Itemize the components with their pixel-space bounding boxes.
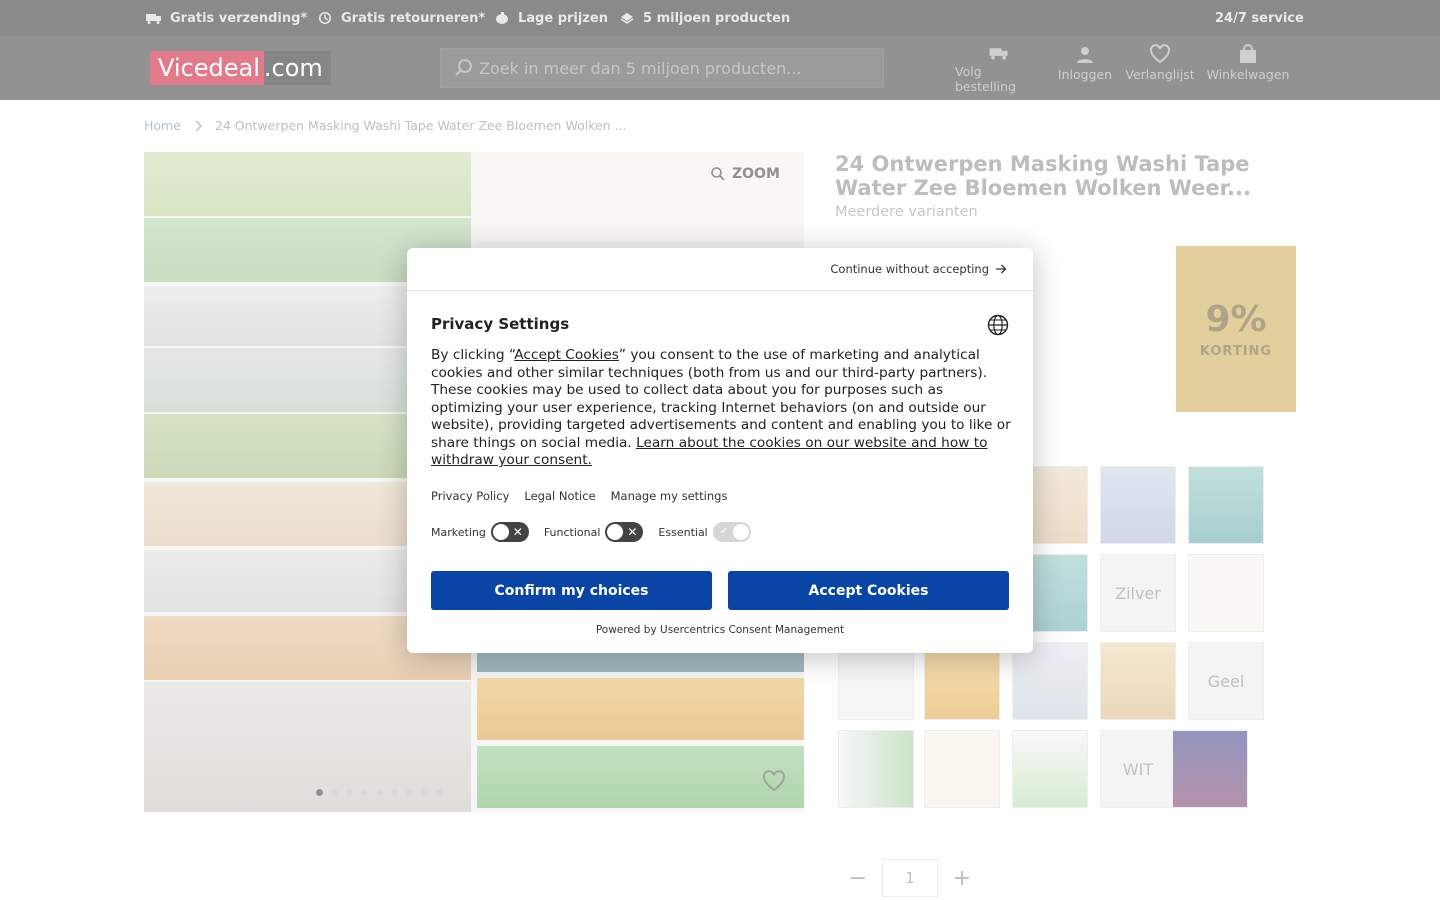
toggle-functional: Functional ✕ xyxy=(544,522,644,542)
powered-by: Powered by Usercentrics Consent Manageme… xyxy=(595,624,845,636)
toggle-marketing: Marketing ✕ xyxy=(431,522,529,542)
dialog-title: Privacy Settings xyxy=(431,315,570,333)
cookie-consent-dialog: Continue without accepting Privacy Setti… xyxy=(407,248,1033,653)
continue-without-accepting-link[interactable]: Continue without accepting xyxy=(830,262,1007,276)
legal-notice-link[interactable]: Legal Notice xyxy=(524,489,595,503)
manage-settings-link[interactable]: Manage my settings xyxy=(611,489,728,503)
accept-cookies-inline-link[interactable]: Accept Cookies xyxy=(514,347,619,363)
confirm-choices-button[interactable]: Confirm my choices xyxy=(431,571,712,610)
functional-switch[interactable]: ✕ xyxy=(605,522,644,542)
privacy-policy-link[interactable]: Privacy Policy xyxy=(431,489,509,503)
dialog-header: Continue without accepting xyxy=(407,248,1033,291)
marketing-switch[interactable]: ✕ xyxy=(490,522,529,542)
policy-links: Privacy Policy Legal Notice Manage my se… xyxy=(431,489,727,503)
consent-text: By clicking “Accept Cookies” you consent… xyxy=(431,347,1011,468)
consent-toggles: Marketing ✕ Functional ✕ Essential ✓ xyxy=(431,522,766,542)
globe-icon xyxy=(987,314,1009,336)
accept-cookies-button[interactable]: Accept Cookies xyxy=(728,571,1009,610)
language-selector[interactable] xyxy=(987,314,1009,340)
arrow-right-icon xyxy=(996,264,1007,274)
essential-switch: ✓ xyxy=(712,522,751,542)
toggle-essential: Essential ✓ xyxy=(658,522,751,542)
